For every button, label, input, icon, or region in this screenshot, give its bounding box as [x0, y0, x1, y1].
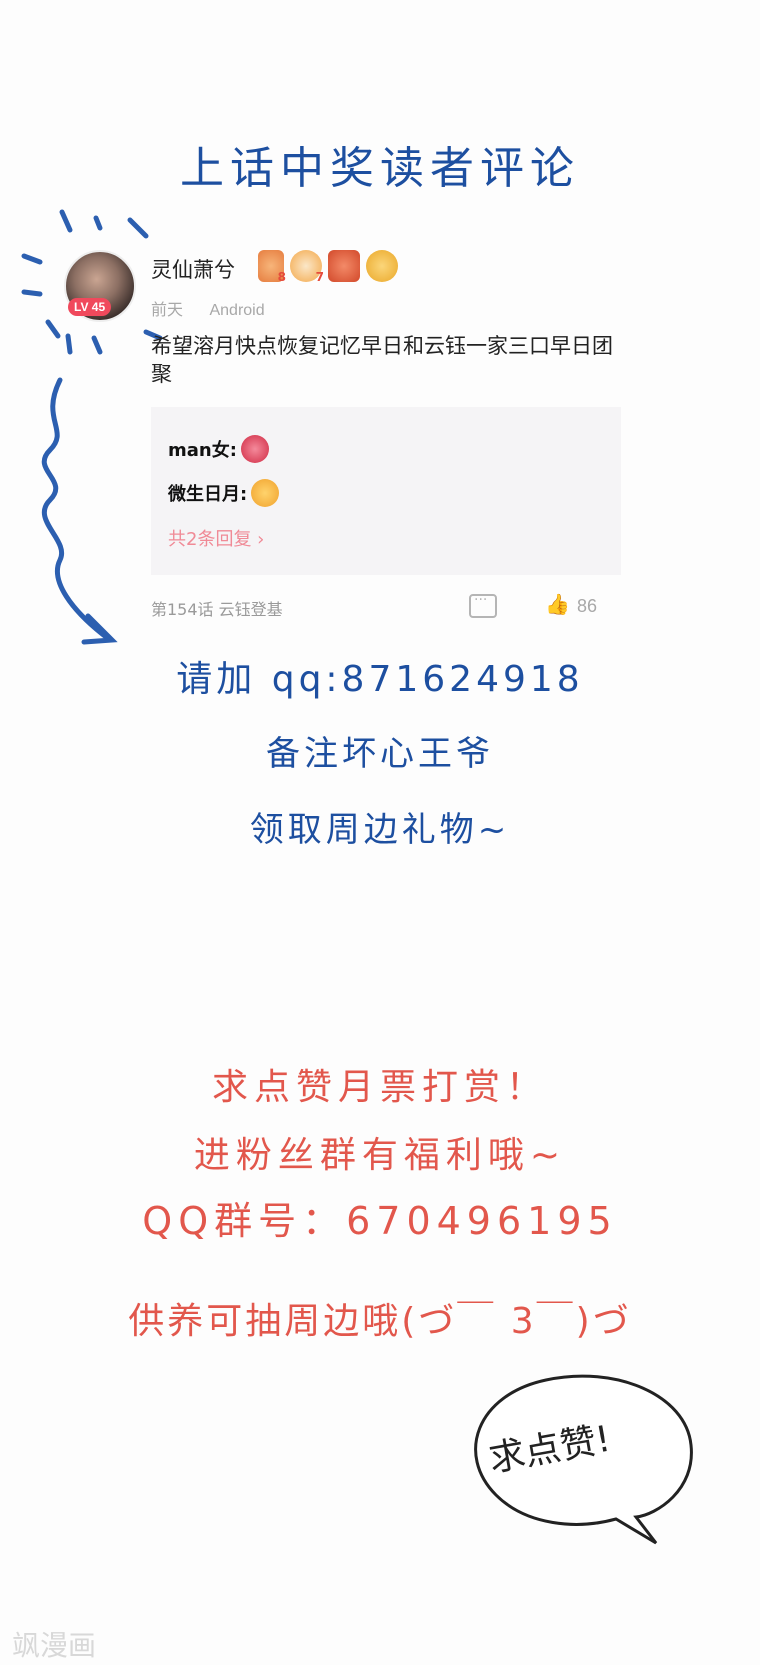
- qq-group-text: QQ群号：670496195: [142, 1199, 618, 1243]
- gift-text: 领取周边礼物~: [249, 810, 511, 850]
- support-text: 供养可抽周边哦(づ￣ 3￣)づ: [128, 1301, 632, 1342]
- thumbs-up-icon: [251, 479, 280, 507]
- reply-item: man女:: [168, 435, 269, 463]
- comment-meta: 前天 Android: [151, 296, 287, 320]
- reply-user: 微生日月:: [168, 484, 248, 505]
- qq-contact-text: 请加 qq:871624918: [176, 659, 584, 700]
- badge-list: 8 7: [258, 250, 398, 284]
- view-replies-link[interactable]: 共2条回复 ›: [168, 525, 264, 551]
- badge-flower-icon: 8: [258, 250, 286, 284]
- like-count: 86: [577, 596, 598, 616]
- comment-text: 希望溶月快点恢复记忆早日和云钰一家三口早日团聚: [151, 334, 613, 386]
- username[interactable]: 灵仙萧兮: [151, 254, 235, 284]
- reply-box[interactable]: man女: 微生日月: 共2条回复 ›: [151, 407, 621, 575]
- badge-face-icon: 7: [290, 250, 324, 284]
- reply-item: 微生日月:: [168, 479, 280, 507]
- watermark: 飒漫画: [12, 1629, 97, 1662]
- like-request-text: 求点赞月票打赏！: [211, 1067, 548, 1108]
- reply-user: man女:: [168, 440, 237, 461]
- comment-device: Android: [209, 302, 265, 319]
- badge-gift-icon: [328, 250, 360, 282]
- gem-icon: [240, 435, 269, 463]
- comment-time: 前天: [151, 302, 184, 319]
- comment-icon[interactable]: [469, 592, 497, 618]
- note-text: 备注坏心王爷: [266, 734, 494, 774]
- like-icon[interactable]: 👍: [545, 592, 570, 616]
- chapter-label[interactable]: 第154话 云钰登基: [151, 596, 283, 620]
- fan-group-text: 进粉丝群有福利哦~: [193, 1135, 567, 1176]
- badge-crown-icon: [366, 250, 398, 282]
- level-badge: LV 45: [68, 298, 112, 316]
- avatar[interactable]: LV 45: [64, 250, 136, 322]
